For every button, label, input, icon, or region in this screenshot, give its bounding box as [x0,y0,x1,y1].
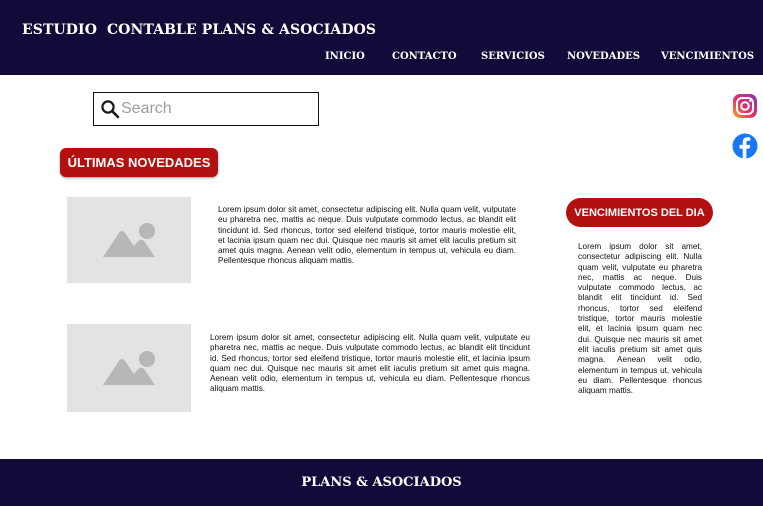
nav-link-vencimientos[interactable]: VENCIMIENTOS [661,51,754,62]
facebook-icon[interactable] [732,133,758,159]
image-placeholder-icon [103,351,155,385]
search-icon [101,100,120,119]
instagram-icon[interactable] [732,93,758,119]
vencimientos-title: VENCIMIENTOS DEL DIA [566,198,713,227]
search-input[interactable] [121,97,311,121]
news-item-text: Lorem ipsum dolor sit amet, consectetur … [210,333,530,394]
nav-link-servicios[interactable]: SERVICIOS [481,51,545,62]
news-section-title: ÚLTIMAS NOVEDADES [60,148,218,177]
image-placeholder-icon [103,223,155,257]
site-footer: PLANS & ASOCIADOS [0,459,763,506]
news-image-1 [67,197,191,283]
footer-brand: PLANS & ASOCIADOS [301,475,462,490]
main-nav: INICIO CONTACTO SERVICIOS NOVEDADES VENC… [0,51,763,67]
site-brand[interactable]: ESTUDIO CONTABLE PLANS & ASOCIADOS [22,22,376,38]
news-item-text: Lorem ipsum dolor sit amet, consectetur … [218,205,516,266]
site-header: ESTUDIO CONTABLE PLANS & ASOCIADOS INICI… [0,0,763,75]
news-image-2 [67,324,191,412]
nav-link-inicio[interactable]: INICIO [325,51,365,62]
search-box[interactable] [93,92,319,126]
vencimientos-text: Lorem ipsum dolor sit amet, consectetur … [578,242,702,396]
nav-link-contacto[interactable]: CONTACTO [392,51,457,62]
nav-link-novedades[interactable]: NOVEDADES [567,51,640,62]
